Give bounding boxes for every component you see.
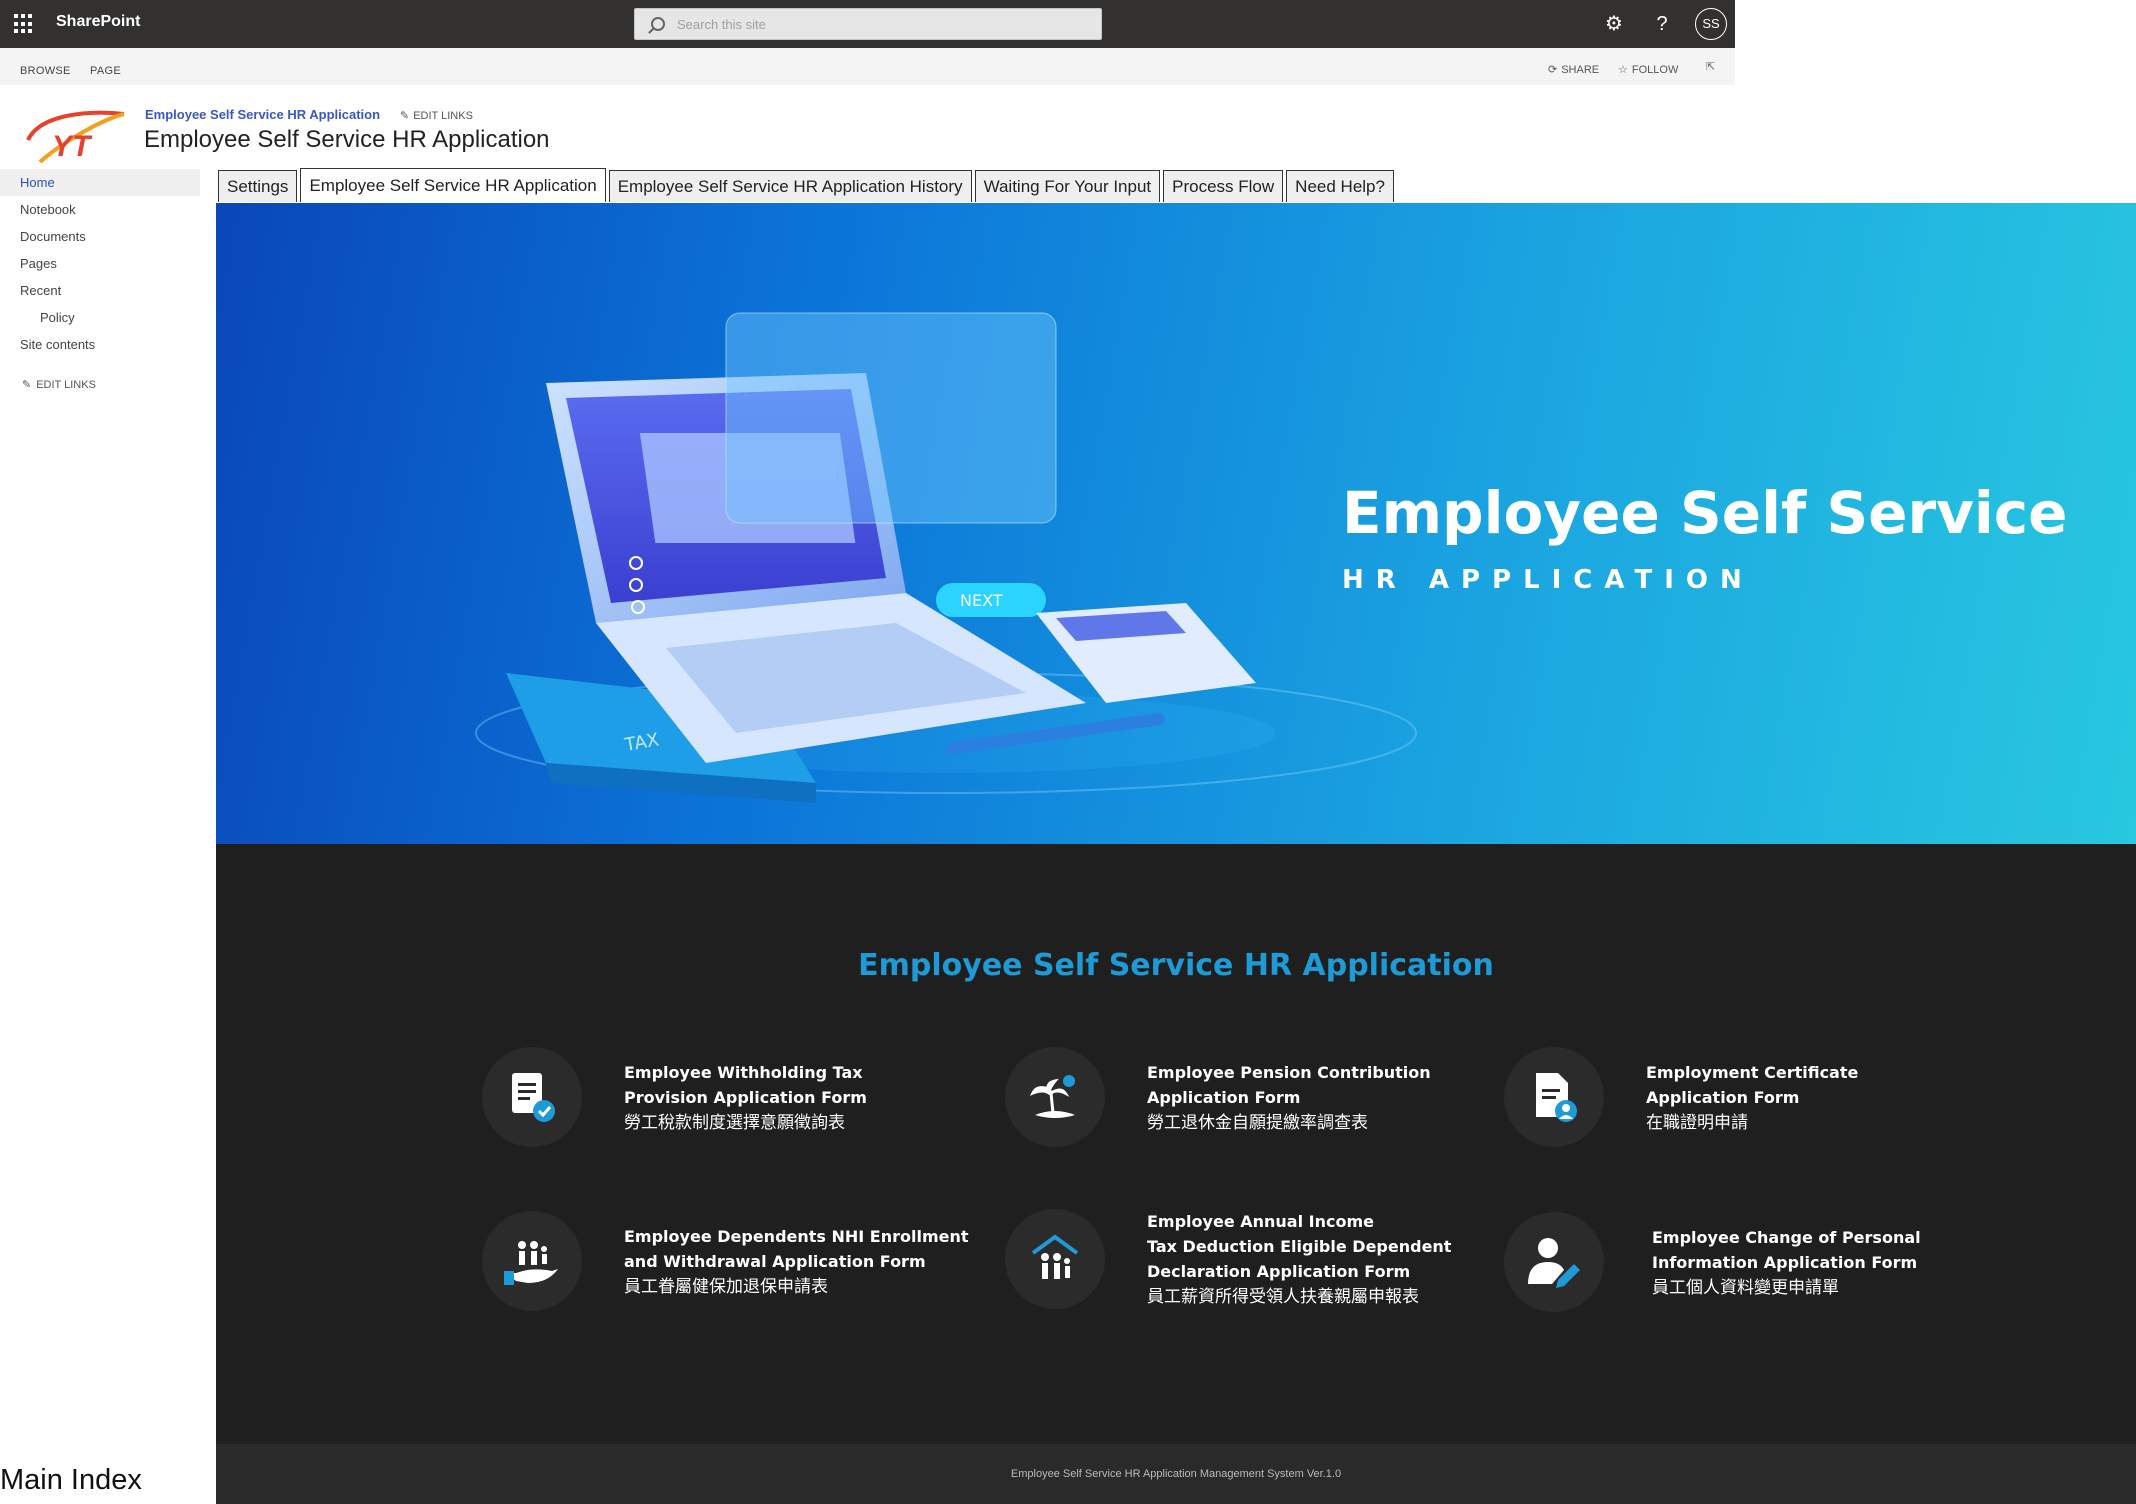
card-title-line3: Declaration Application Form (1147, 1262, 1411, 1281)
tab-process-flow[interactable]: Process Flow (1163, 170, 1284, 202)
site-breadcrumb-link[interactable]: Employee Self Service HR Application (145, 107, 380, 122)
focus-mode-icon[interactable]: ⇱ (1706, 60, 1715, 73)
footer: Employee Self Service HR Application Man… (216, 1444, 2136, 1504)
tab-need-help[interactable]: Need Help? (1286, 170, 1394, 202)
page-title: Employee Self Service HR Application (144, 126, 550, 153)
section-title: Employee Self Service HR Application (858, 948, 1494, 983)
edit-links-nav[interactable]: ✎ EDIT LINKS (22, 378, 96, 392)
person-edit-icon (1504, 1212, 1604, 1312)
edit-links-top[interactable]: ✎ EDIT LINKS (400, 109, 473, 123)
ribbon: BROWSE PAGE ⟳ SHARE ☆ FOLLOW ⇱ (0, 48, 1735, 85)
star-icon: ☆ (1618, 64, 1628, 76)
search-box[interactable] (634, 8, 1102, 40)
form-card-personal-info-change[interactable]: Employee Change of Personal Information … (1504, 1212, 1921, 1312)
ribbon-tab-page[interactable]: PAGE (90, 65, 121, 77)
main-content: TAX NEXT Employee Self Service HR APPLIC… (216, 203, 2136, 1504)
tab-application[interactable]: Employee Self Service HR Application (300, 168, 606, 202)
card-title-line2: Provision Application Form (624, 1087, 867, 1107)
page-tabs: Settings Employee Self Service HR Applic… (218, 168, 1397, 202)
document-person-icon (1504, 1047, 1604, 1147)
form-card-employment-certificate[interactable]: Employment Certificate Application Form … (1504, 1047, 1858, 1147)
form-card-withholding-tax[interactable]: Employee Withholding Tax Provision Appli… (482, 1047, 867, 1147)
forms-section: Employee Self Service HR Application Emp… (216, 844, 2136, 1444)
card-title-line2: Application Form (1646, 1087, 1800, 1107)
card-title-zh: 員工個人資料變更申請單 (1652, 1277, 1839, 1297)
document-check-icon (482, 1047, 582, 1147)
nav-item-policy[interactable]: Policy (0, 304, 200, 331)
hero-subtitle: HR APPLICATION (1342, 565, 1754, 595)
nav-item-site-contents[interactable]: Site contents (0, 331, 200, 358)
card-title-line2: Application Form (1147, 1087, 1301, 1107)
edit-links-label: EDIT LINKS (36, 378, 96, 391)
search-input[interactable] (677, 16, 1077, 32)
share-button[interactable]: ⟳ SHARE (1548, 63, 1600, 77)
tab-settings[interactable]: Settings (218, 170, 298, 202)
help-icon[interactable]: ? (1648, 10, 1676, 38)
card-title-zh: 員工眷屬健保加退保申請表 (624, 1276, 828, 1296)
card-title-zh: 勞工退休金自願提繳率調查表 (1147, 1112, 1368, 1132)
card-title-line1: Employee Annual Income (1147, 1212, 1374, 1231)
card-title-line1: Employee Change of Personal (1652, 1227, 1921, 1247)
card-title-line1: Employment Certificate (1646, 1062, 1859, 1082)
family-hand-icon (482, 1211, 582, 1311)
card-title-line1: Employee Pension Contribution (1147, 1062, 1431, 1082)
nav-item-home[interactable]: Home (0, 169, 200, 196)
form-card-nhi-enrollment[interactable]: Employee Dependents NHI Enrollment and W… (482, 1211, 969, 1311)
pencil-icon: ✎ (400, 110, 410, 122)
caption-main-index: Main Index (0, 1464, 142, 1496)
card-title-line1: Employee Withholding Tax (624, 1062, 863, 1082)
sharepoint-brand[interactable]: SharePoint (56, 13, 140, 31)
search-icon (651, 17, 665, 31)
gear-icon[interactable]: ⚙ (1600, 10, 1628, 38)
pencil-icon: ✎ (22, 379, 32, 391)
hero-banner: TAX NEXT Employee Self Service HR APPLIC… (216, 203, 2136, 844)
nav-item-pages[interactable]: Pages (0, 250, 200, 277)
suite-bar: SharePoint ⚙ ? SS (0, 0, 1735, 48)
card-title-line2: and Withdrawal Application Form (624, 1251, 926, 1271)
nav-item-recent[interactable]: Recent (0, 277, 200, 304)
next-button-label: NEXT (960, 591, 1003, 610)
nav-item-documents[interactable]: Documents (0, 223, 200, 250)
island-sun-icon (1005, 1047, 1105, 1147)
form-card-tax-deduction-dependent[interactable]: Employee Annual Income Tax Deduction Eli… (1005, 1209, 1451, 1309)
edit-links-label: EDIT LINKS (413, 109, 473, 122)
share-label: SHARE (1561, 63, 1600, 76)
logo-text: YT (52, 130, 93, 163)
company-logo: YT (26, 110, 125, 164)
app-launcher-icon[interactable] (14, 14, 34, 34)
card-title-zh: 勞工稅款制度選擇意願徵詢表 (624, 1112, 845, 1132)
follow-button[interactable]: ☆ FOLLOW (1618, 63, 1679, 77)
left-navigation: Home Notebook Documents Pages Recent Pol… (0, 169, 200, 358)
card-title-zh: 員工薪資所得受領人扶養親屬申報表 (1147, 1287, 1419, 1306)
card-title-line1: Employee Dependents NHI Enrollment (624, 1226, 969, 1246)
tab-waiting-input[interactable]: Waiting For Your Input (974, 170, 1161, 202)
ribbon-tab-browse[interactable]: BROWSE (20, 65, 71, 77)
family-house-icon (1005, 1209, 1105, 1309)
card-title-zh: 在職證明申請 (1646, 1112, 1748, 1132)
follow-label: FOLLOW (1631, 63, 1679, 76)
card-title-line2: Information Application Form (1652, 1252, 1918, 1272)
hero-title: Employee Self Service (1342, 479, 2068, 547)
laptop-illustration: TAX NEXT (475, 312, 1417, 803)
avatar[interactable]: SS (1695, 8, 1727, 40)
tab-application-history[interactable]: Employee Self Service HR Application His… (608, 170, 972, 202)
form-card-pension[interactable]: Employee Pension Contribution Applicatio… (1005, 1047, 1431, 1147)
card-title-line2: Tax Deduction Eligible Dependent (1147, 1237, 1452, 1256)
nav-item-notebook[interactable]: Notebook (0, 196, 200, 223)
share-icon: ⟳ (1548, 64, 1558, 76)
